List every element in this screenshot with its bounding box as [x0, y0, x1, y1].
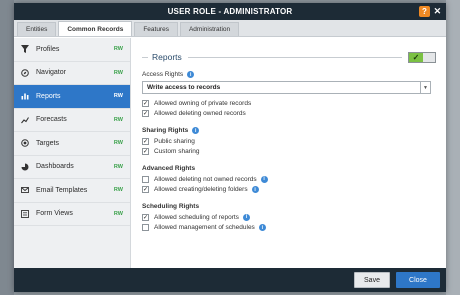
- checkbox-label: Allowed scheduling of reports: [154, 213, 239, 221]
- main-panel: Reports ✓ Access Rights i Write access t…: [132, 38, 446, 268]
- tab-bar: Entities Common Records Features Adminis…: [14, 20, 446, 37]
- checkbox-checked[interactable]: ✓: [142, 99, 149, 107]
- sidebar-item-email-templates[interactable]: Email Templates RW: [14, 179, 130, 203]
- section-rule-left: [142, 56, 148, 58]
- scheduling-rights-title: Scheduling Rights: [142, 203, 200, 210]
- dialog-footer: Save Close: [14, 268, 446, 292]
- rw-badge: RW: [113, 163, 123, 170]
- sidebar-item-forecasts[interactable]: Forecasts RW: [14, 109, 130, 132]
- checkbox-checked[interactable]: ✓: [142, 110, 149, 118]
- sidebar-item-label: Dashboards: [36, 163, 74, 171]
- checkbox-label: Allowed owning of private records: [154, 99, 252, 107]
- access-rights-select[interactable]: Write access to records ▼: [142, 81, 431, 94]
- sidebar-item-dashboards[interactable]: Dashboards RW: [14, 156, 130, 179]
- access-options: ✓ Allowed owning of private records ✓ Al…: [142, 98, 436, 119]
- checkbox-checked[interactable]: ✓: [142, 213, 149, 221]
- checkbox-checked[interactable]: ✓: [142, 137, 149, 145]
- reports-icon: [20, 92, 29, 101]
- rw-badge: RW: [113, 210, 123, 217]
- info-icon[interactable]: i: [192, 127, 200, 134]
- rw-badge: RW: [113, 140, 123, 147]
- sidebar-item-navigator[interactable]: Navigator RW: [14, 62, 130, 85]
- help-icon[interactable]: ?: [419, 6, 430, 17]
- background-right-strip: [446, 0, 460, 295]
- checkbox-row[interactable]: ✓ Public sharing: [142, 136, 436, 147]
- rw-badge: RW: [113, 46, 123, 53]
- checkbox-label: Public sharing: [154, 137, 195, 145]
- rw-badge: RW: [113, 93, 123, 100]
- info-icon[interactable]: i: [260, 175, 268, 183]
- form-icon: [20, 209, 29, 218]
- sharing-rights-title: Sharing Rights i: [142, 127, 436, 134]
- toggle-off-area: [423, 52, 435, 62]
- navigator-icon: [20, 68, 29, 77]
- background-left-strip: [0, 0, 14, 295]
- access-rights-label-row: Access Rights i: [142, 71, 436, 78]
- enable-toggle[interactable]: ✓: [408, 51, 436, 63]
- checkbox-unchecked[interactable]: [142, 175, 149, 183]
- sidebar-item-profiles[interactable]: Profiles RW: [14, 38, 130, 62]
- sidebar-item-targets[interactable]: Targets RW: [14, 132, 130, 156]
- checkbox-row[interactable]: Allowed management of schedules i: [142, 223, 436, 234]
- checkbox-row[interactable]: ✓ Custom sharing: [142, 147, 436, 158]
- checkbox-label: Allowed creating/deleting folders: [154, 186, 248, 194]
- checkbox-row[interactable]: ✓ Allowed creating/deleting folders i: [142, 185, 436, 196]
- email-icon: [20, 186, 29, 195]
- checkbox-label: Custom sharing: [154, 148, 200, 156]
- user-role-dialog: USER ROLE - ADMINISTRATOR ? ✕ Entities C…: [14, 3, 446, 292]
- checkbox-row[interactable]: ✓ Allowed owning of private records: [142, 98, 436, 109]
- sidebar-item-label: Email Templates: [36, 186, 88, 194]
- checkbox-row[interactable]: ✓ Allowed scheduling of reports i: [142, 212, 436, 223]
- sharing-rights-title-text: Sharing Rights: [142, 127, 189, 134]
- checkbox-label: Allowed deleting owned records: [154, 110, 246, 118]
- close-icon[interactable]: ✕: [432, 6, 443, 17]
- sidebar-item-label: Navigator: [36, 69, 66, 77]
- tab-entities[interactable]: Entities: [17, 22, 57, 36]
- sidebar-item-label: Form Views: [36, 210, 73, 218]
- rw-badge: RW: [113, 187, 123, 194]
- tab-features[interactable]: Features: [134, 22, 178, 36]
- checkbox-checked[interactable]: ✓: [142, 186, 149, 194]
- info-icon[interactable]: i: [242, 213, 250, 221]
- sidebar-item-label: Reports: [36, 92, 61, 100]
- check-icon: ✓: [409, 52, 423, 62]
- dialog-titlebar: USER ROLE - ADMINISTRATOR ? ✕: [14, 3, 446, 20]
- sidebar-item-label: Targets: [36, 139, 59, 147]
- sidebar-item-reports[interactable]: Reports RW: [14, 85, 130, 109]
- checkbox-row[interactable]: ✓ Allowed deleting owned records: [142, 109, 436, 120]
- checkbox-label: Allowed deleting not owned records: [154, 175, 257, 183]
- chevron-down-icon: ▼: [420, 82, 430, 93]
- tab-administration[interactable]: Administration: [179, 22, 240, 36]
- checkbox-unchecked[interactable]: [142, 224, 149, 232]
- checkbox-row[interactable]: Allowed deleting not owned records i: [142, 174, 436, 185]
- dialog-title: USER ROLE - ADMINISTRATOR: [167, 7, 293, 16]
- dashboard-icon: [20, 162, 29, 171]
- sidebar-item-label: Profiles: [36, 45, 60, 53]
- tab-common-records[interactable]: Common Records: [58, 21, 133, 36]
- section-rule-right: [187, 56, 402, 58]
- save-button[interactable]: Save: [354, 272, 390, 288]
- access-rights-label: Access Rights: [142, 71, 184, 78]
- section-header: Reports ✓: [142, 51, 436, 63]
- sidebar: Profiles RW Navigator RW Reports RW Fore…: [14, 38, 131, 268]
- rw-badge: RW: [113, 69, 123, 76]
- info-icon[interactable]: i: [258, 224, 266, 232]
- checkbox-checked[interactable]: ✓: [142, 148, 149, 156]
- section-title: Reports: [152, 52, 182, 62]
- close-button[interactable]: Close: [396, 272, 440, 288]
- forecasts-icon: [20, 115, 29, 124]
- checkbox-label: Allowed management of schedules: [154, 224, 255, 232]
- target-icon: [20, 139, 29, 148]
- info-icon[interactable]: i: [251, 186, 259, 194]
- sidebar-item-label: Forecasts: [36, 116, 67, 124]
- rw-badge: RW: [113, 116, 123, 123]
- sidebar-item-form-views[interactable]: Form Views RW: [14, 203, 130, 226]
- access-rights-value: Write access to records: [147, 84, 221, 91]
- filter-icon: [20, 45, 29, 54]
- info-icon[interactable]: i: [187, 71, 195, 78]
- advanced-rights-title: Advanced Rights: [142, 165, 196, 172]
